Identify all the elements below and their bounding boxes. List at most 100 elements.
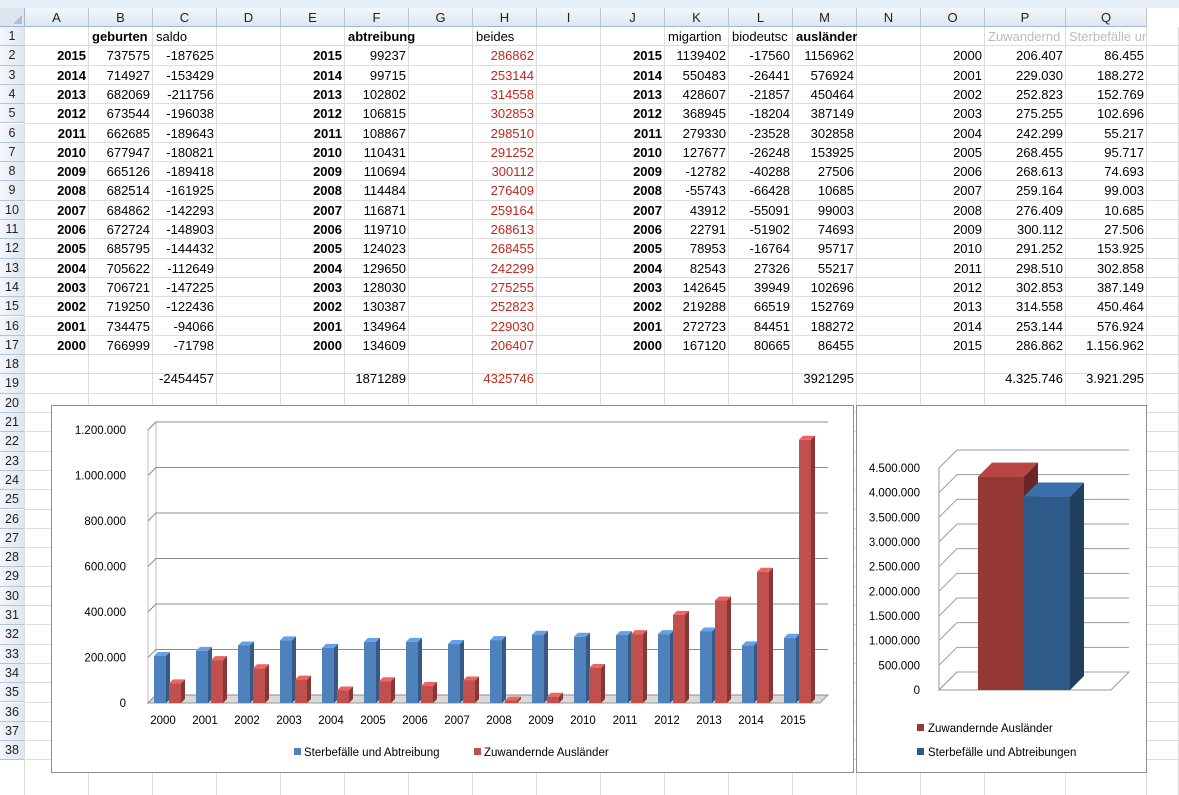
- beides-cell[interactable]: 275255: [473, 278, 537, 297]
- row-header-12[interactable]: 12: [0, 239, 25, 259]
- beides-cell[interactable]: 314558: [473, 85, 537, 104]
- geburten-cell[interactable]: 684862: [89, 201, 153, 220]
- year-cell[interactable]: 2002: [921, 85, 985, 104]
- auslaender-cell[interactable]: 102696: [793, 278, 857, 297]
- header-zuwandernd[interactable]: Zuwandernd: [985, 27, 1066, 46]
- abtreibung-cell[interactable]: 119710: [345, 220, 409, 239]
- row-header-18[interactable]: 18: [0, 355, 25, 375]
- select-all-corner[interactable]: [0, 8, 25, 27]
- abtreibung-cell[interactable]: 130387: [345, 297, 409, 316]
- migration-cell[interactable]: 279330: [665, 124, 729, 143]
- year-cell[interactable]: 2011: [921, 259, 985, 278]
- row-header-8[interactable]: 8: [0, 162, 25, 182]
- saldo-cell[interactable]: -142293: [153, 201, 217, 220]
- year-cell[interactable]: 2009: [25, 162, 89, 181]
- sterbefaelle-cell[interactable]: 86.455: [1066, 46, 1147, 65]
- zuwandernde-cell[interactable]: 291.252: [985, 239, 1066, 258]
- biodeutsch-cell[interactable]: -16764: [729, 239, 793, 258]
- row-header-4[interactable]: 4: [0, 84, 25, 105]
- year-cell[interactable]: 2001: [281, 317, 345, 336]
- row-header-31[interactable]: 31: [0, 606, 25, 626]
- abtreibung-cell[interactable]: 134964: [345, 317, 409, 336]
- row-header-28[interactable]: 28: [0, 548, 25, 568]
- biodeutsch-cell[interactable]: -51902: [729, 220, 793, 239]
- zuwandernde-cell[interactable]: 275.255: [985, 104, 1066, 123]
- year-cell[interactable]: 2014: [281, 66, 345, 85]
- abtreibung-cell[interactable]: 99715: [345, 66, 409, 85]
- sterbefaelle-cell[interactable]: 152.769: [1066, 85, 1147, 104]
- row-header-9[interactable]: 9: [0, 181, 25, 201]
- beides-cell[interactable]: 229030: [473, 317, 537, 336]
- geburten-cell[interactable]: 682069: [89, 85, 153, 104]
- sterbefaelle-cell[interactable]: 188.272: [1066, 66, 1147, 85]
- abtreibung-cell[interactable]: 102802: [345, 85, 409, 104]
- row-header-6[interactable]: 6: [0, 123, 25, 143]
- biodeutsch-cell[interactable]: -18204: [729, 104, 793, 123]
- year-cell[interactable]: 2008: [25, 181, 89, 200]
- year-cell[interactable]: 2007: [25, 201, 89, 220]
- year-cell[interactable]: 2011: [601, 124, 665, 143]
- biodeutsch-cell[interactable]: 84451: [729, 317, 793, 336]
- row-header-35[interactable]: 35: [0, 683, 25, 703]
- geburten-cell[interactable]: 714927: [89, 66, 153, 85]
- year-cell[interactable]: 2004: [25, 259, 89, 278]
- year-cell[interactable]: 2004: [921, 124, 985, 143]
- zuwandernde-cell[interactable]: 298.510: [985, 259, 1066, 278]
- sterbefaelle-cell[interactable]: 74.693: [1066, 162, 1147, 181]
- zuwandernde-cell[interactable]: 286.862: [985, 336, 1066, 355]
- year-cell[interactable]: 2001: [601, 317, 665, 336]
- migration-cell[interactable]: 428607: [665, 85, 729, 104]
- beides-cell[interactable]: 268455: [473, 239, 537, 258]
- column-header-I[interactable]: I: [537, 8, 601, 27]
- year-cell[interactable]: 2003: [601, 278, 665, 297]
- abtreibung-cell[interactable]: 129650: [345, 259, 409, 278]
- beides-cell[interactable]: 291252: [473, 143, 537, 162]
- total-abtreibung[interactable]: 1871289: [345, 369, 409, 388]
- zuwandernde-cell[interactable]: 259.164: [985, 181, 1066, 200]
- sterbefaelle-cell[interactable]: 1.156.962: [1066, 336, 1147, 355]
- row-header-30[interactable]: 30: [0, 586, 25, 606]
- column-header-O[interactable]: O: [921, 8, 985, 27]
- geburten-cell[interactable]: 662685: [89, 124, 153, 143]
- biodeutsch-cell[interactable]: -26248: [729, 143, 793, 162]
- year-cell[interactable]: 2000: [281, 336, 345, 355]
- year-cell[interactable]: 2006: [281, 220, 345, 239]
- geburten-cell[interactable]: 734475: [89, 317, 153, 336]
- migration-cell[interactable]: 219288: [665, 297, 729, 316]
- migration-cell[interactable]: 127677: [665, 143, 729, 162]
- year-cell[interactable]: 2005: [921, 143, 985, 162]
- year-cell[interactable]: 2002: [25, 297, 89, 316]
- migration-cell[interactable]: 22791: [665, 220, 729, 239]
- row-header-27[interactable]: 27: [0, 528, 25, 549]
- row-header-17[interactable]: 17: [0, 335, 25, 356]
- year-cell[interactable]: 2009: [921, 220, 985, 239]
- abtreibung-cell[interactable]: 99237: [345, 46, 409, 65]
- abtreibung-cell[interactable]: 124023: [345, 239, 409, 258]
- beides-cell[interactable]: 300112: [473, 162, 537, 181]
- year-cell[interactable]: 2002: [281, 297, 345, 316]
- row-header-33[interactable]: 33: [0, 644, 25, 664]
- row-header-16[interactable]: 16: [0, 316, 25, 336]
- saldo-cell[interactable]: -196038: [153, 104, 217, 123]
- abtreibung-cell[interactable]: 110694: [345, 162, 409, 181]
- saldo-cell[interactable]: -153429: [153, 66, 217, 85]
- year-cell[interactable]: 2015: [25, 46, 89, 65]
- auslaender-cell[interactable]: 74693: [793, 220, 857, 239]
- row-header-37[interactable]: 37: [0, 721, 25, 742]
- spreadsheet[interactable]: ABCDEFGHIJKLMNOPQ 1 2 3 4 5 6 7 8 9 10 11 12 13 14 15 1…: [0, 0, 1179, 795]
- biodeutsch-cell[interactable]: -21857: [729, 85, 793, 104]
- beides-cell[interactable]: 298510: [473, 124, 537, 143]
- geburten-cell[interactable]: 737575: [89, 46, 153, 65]
- auslaender-cell[interactable]: 95717: [793, 239, 857, 258]
- year-cell[interactable]: 2012: [921, 278, 985, 297]
- column-header-G[interactable]: G: [409, 8, 473, 27]
- year-cell[interactable]: 2012: [281, 104, 345, 123]
- zuwandernde-cell[interactable]: 268.455: [985, 143, 1066, 162]
- year-cell[interactable]: 2011: [25, 124, 89, 143]
- header-geburten[interactable]: geburten: [89, 27, 153, 46]
- year-cell[interactable]: 2015: [601, 46, 665, 65]
- year-cell[interactable]: 2014: [601, 66, 665, 85]
- geburten-cell[interactable]: 719250: [89, 297, 153, 316]
- saldo-cell[interactable]: -211756: [153, 85, 217, 104]
- year-cell[interactable]: 2003: [921, 104, 985, 123]
